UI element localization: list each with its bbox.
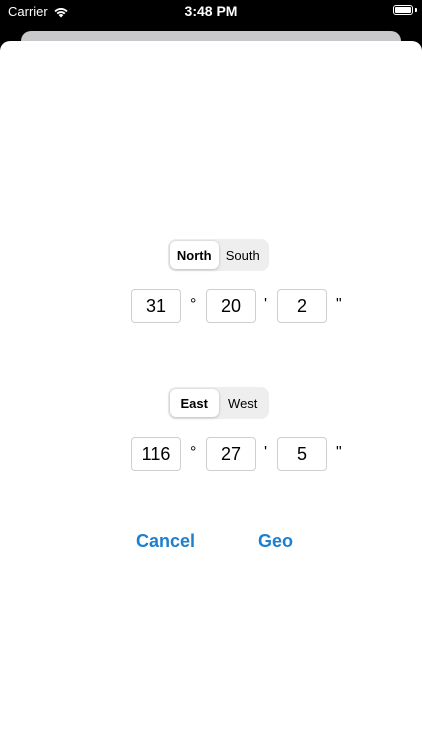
segment-north[interactable]: North <box>170 241 219 269</box>
latitude-hemisphere-control[interactable]: North South <box>168 239 269 271</box>
minute-symbol: ' <box>264 296 268 313</box>
longitude-minutes-field[interactable] <box>206 437 256 471</box>
battery-icon <box>393 5 413 15</box>
battery-level-fill <box>395 7 411 13</box>
status-bar: Carrier 3:48 PM <box>0 0 422 24</box>
degree-symbol: ° <box>190 296 197 313</box>
coordinate-sheet: North South ° ' " East West ° ' " <box>0 41 422 750</box>
second-symbol: " <box>336 296 342 313</box>
minute-symbol: ' <box>264 444 268 461</box>
cancel-button[interactable]: Cancel <box>136 531 195 552</box>
segment-south[interactable]: South <box>219 241 268 269</box>
longitude-degrees-field[interactable] <box>131 437 181 471</box>
latitude-degrees-field[interactable] <box>131 289 181 323</box>
battery-tip <box>415 8 417 12</box>
second-symbol: " <box>336 444 342 461</box>
segment-west[interactable]: West <box>219 389 268 417</box>
latitude-seconds-field[interactable] <box>277 289 327 323</box>
longitude-hemisphere-control[interactable]: East West <box>168 387 269 419</box>
segment-east[interactable]: East <box>170 389 219 417</box>
geo-button[interactable]: Geo <box>258 531 293 552</box>
degree-symbol: ° <box>190 444 197 461</box>
latitude-minutes-field[interactable] <box>206 289 256 323</box>
status-time: 3:48 PM <box>184 3 238 19</box>
longitude-seconds-field[interactable] <box>277 437 327 471</box>
